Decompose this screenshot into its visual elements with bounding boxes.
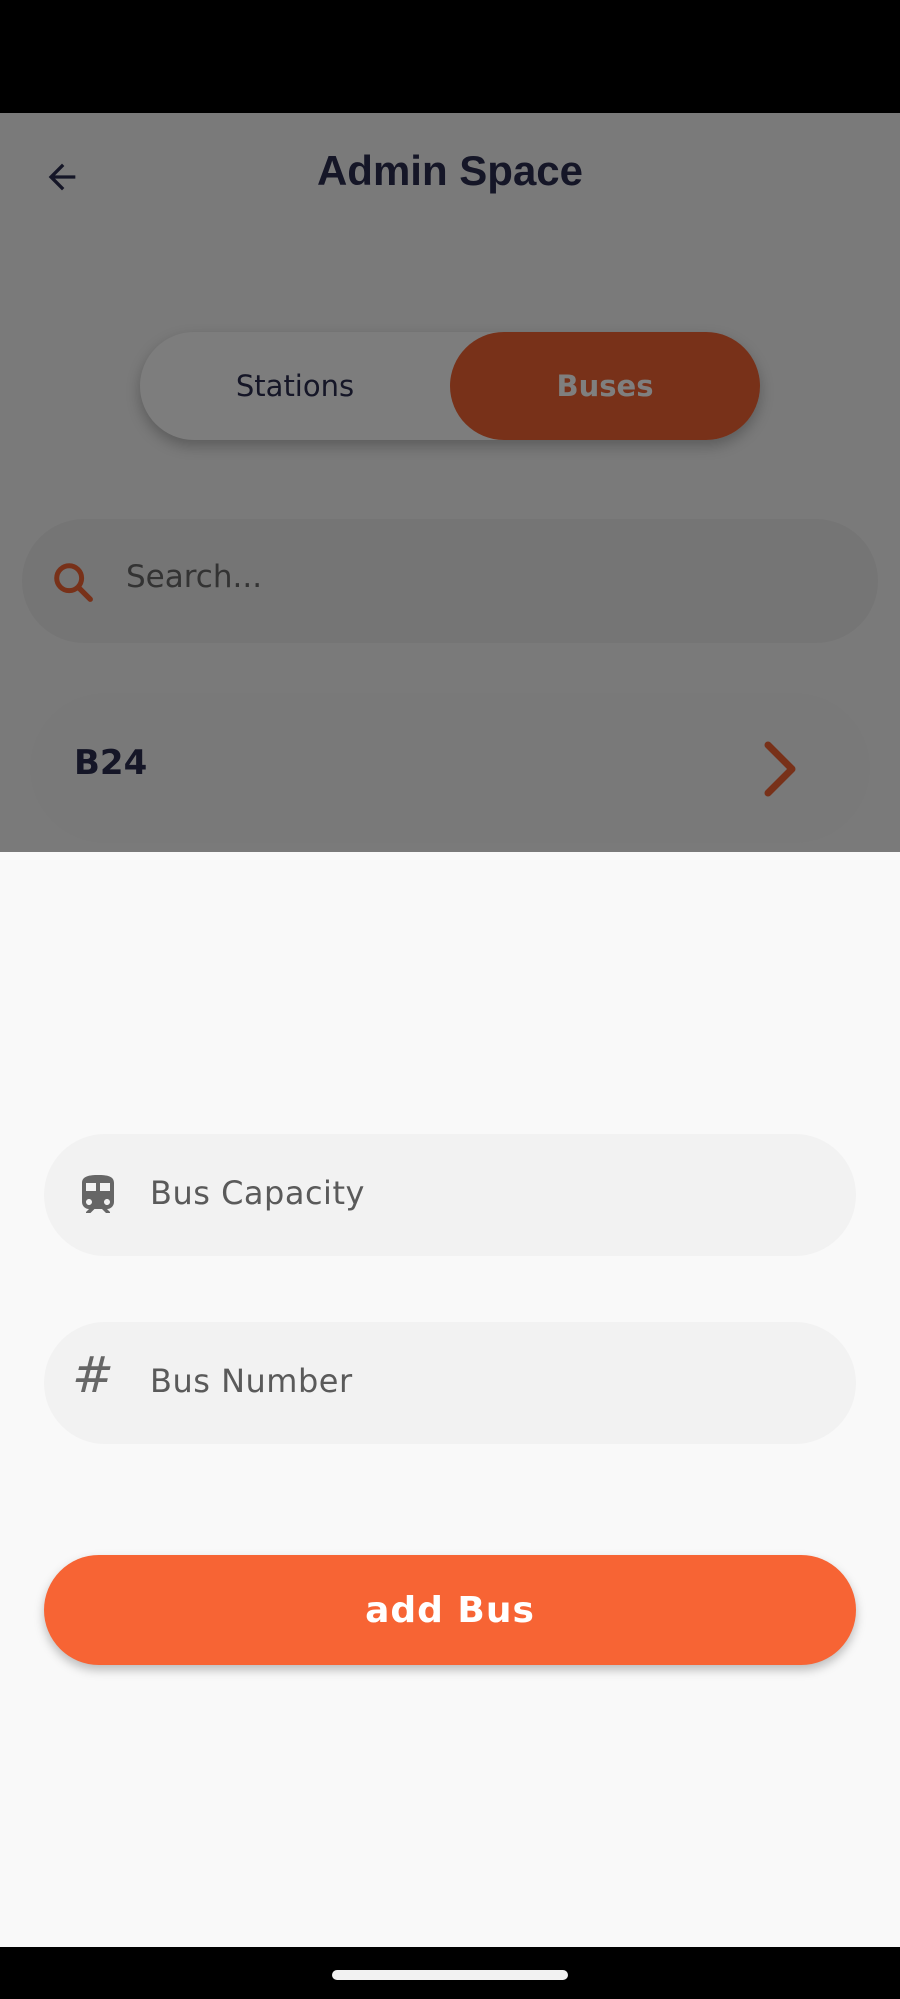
bus-number-field[interactable]: # Bus Number [44,1322,856,1444]
bus-capacity-field[interactable]: Bus Capacity [44,1134,856,1256]
train-icon [82,1175,114,1213]
add-bus-sheet: Bus Capacity # Bus Number add Bus [0,852,900,1947]
home-indicator[interactable] [332,1970,568,1980]
status-bar [0,0,900,113]
modal-scrim[interactable] [0,113,900,852]
bus-number-placeholder: Bus Number [150,1362,353,1400]
bus-capacity-placeholder: Bus Capacity [150,1174,365,1212]
hash-icon: # [72,1346,114,1404]
add-bus-button[interactable]: add Bus [44,1555,856,1665]
